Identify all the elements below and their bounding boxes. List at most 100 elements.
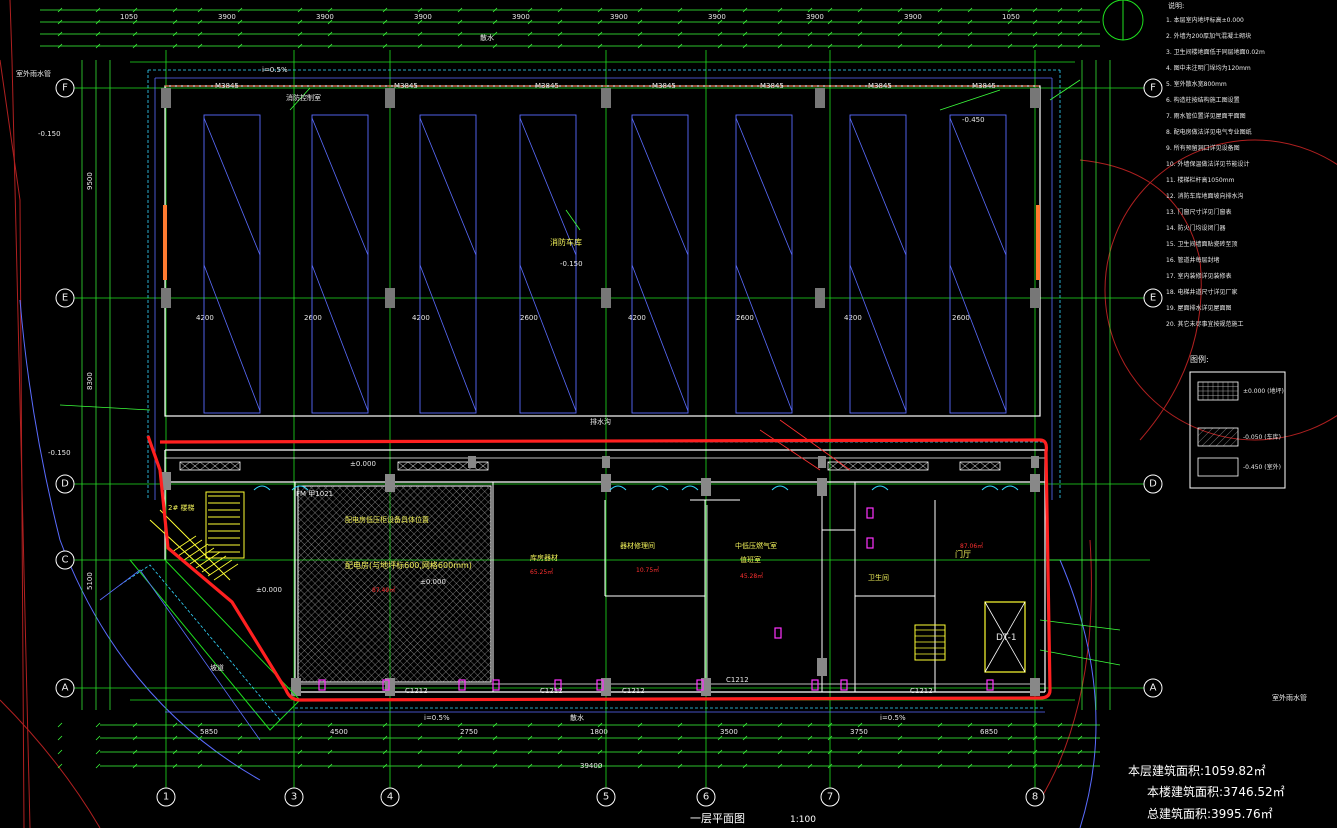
room-labels: 配电房低压柜设备具体位置 配电房(与地坪标600,网格600mm) 87.49㎡… [16,33,1307,770]
dimension-tick [57,735,63,741]
parking-bay [949,114,1007,414]
parking-bay-diagonal [203,117,261,256]
door-label-3: M3845 [652,82,676,90]
parking-bay [849,114,907,414]
parking-bay [203,114,261,414]
parking-bay [735,114,793,414]
leader-line [1049,79,1081,101]
fixture [492,679,500,691]
red-leader-line [779,419,851,471]
notes-panel: 说明: 图例: 1. 本层室内地坪标高±0.000 2. 外墙为200厚加气混凝土… [1166,1,1286,489]
area-hall: 87.06㎡ [960,542,983,550]
elevation-outdoor-2: -0.150 [48,449,71,457]
room-substation: 配电房(与地坪标600,网格600mm) [345,560,472,570]
structural-column [815,288,825,308]
legend-label: -0.050 (车库) [1243,433,1281,441]
axis-bubble-right-E-label: E [1150,293,1156,304]
axis-bubble-6-label: 6 [703,792,709,803]
leader-line [1039,649,1121,666]
parking-bay [419,114,477,414]
dimension-value-left: 8300 [86,372,94,390]
corridor-window [959,461,1001,471]
dimension-value-top: 3900 [806,13,824,21]
dimension-value-bay: 4200 [412,314,430,322]
elevator-label: DT-1 [996,633,1017,643]
drain-top: 散水 [480,33,494,42]
fire-alarm-label: 消防控制室 [286,93,321,102]
dimension-tick [95,763,101,769]
note-item: 7. 雨水管位置详见屋面平面图 [1166,112,1246,120]
elevation-outdoor-3: -0.450 [962,116,985,124]
leader-line [1039,619,1121,631]
door-label-1: M3845 [394,82,418,90]
parking-bay-diagonal [949,117,1007,256]
structural-column [1030,288,1040,308]
leader-line [939,89,1001,111]
parking-bay-diagonal [631,117,689,256]
drawing-scale: 1:100 [790,815,816,825]
stair-tread [213,563,239,581]
slope-bottom-2: i=0.5% [880,714,906,722]
structural-column [602,456,610,468]
outdoor-pipe: 室外雨水管 [1272,693,1307,702]
structural-column [161,288,171,308]
dimension-value-top: 3900 [512,13,530,21]
axis-bubble-8-label: 8 [1032,792,1038,803]
structural-column [1030,88,1040,108]
structural-column [291,678,301,696]
dimension-tick [57,722,63,728]
site-blue-curve [1059,559,1097,828]
stair-label: 2# 楼梯 [168,503,195,512]
axis-bubble-left-C-label: C [62,555,69,566]
floor-plan-drawing: 1050 3900 3900 3900 3900 3900 3900 3900 3900 1050… [0,0,1337,828]
ramp-blue [99,569,261,741]
dimension-value-top: 1050 [120,13,138,21]
dimension-value-left: 9500 [86,172,94,190]
legend-swatch [1197,457,1239,477]
title-block: 一层平面图 1:100 本层建筑面积:1059.82㎡ 本楼建筑面积:3746.… [690,763,1285,825]
substation-note: 配电房低压柜设备具体位置 [345,515,429,524]
elevation-substation: ±0.000 [420,578,446,586]
note-item: 2. 外墙为200厚加气混凝土砌块 [1166,32,1251,40]
dimension-value-bay: 2600 [520,314,538,322]
door-swing [871,485,889,491]
dimension-value-top: 3900 [708,13,726,21]
note-item: 16. 管道井每层封堵 [1166,256,1219,264]
note-item: 15. 卫生间墙面贴瓷砖至顶 [1166,240,1237,248]
dimension-tick [95,735,101,741]
notes-header: 说明: [1168,1,1184,10]
note-item: 18. 电梯井道尺寸详见厂家 [1166,288,1237,296]
door-swing [771,485,789,491]
axis-bubble-left-E-label: E [62,293,68,304]
legend-swatch [1197,427,1239,447]
door-swing [981,485,999,491]
building-area: 本楼建筑面积:3746.52㎡ [1147,784,1285,799]
door-label-6: M3845 [972,82,996,90]
room-parking: 消防车库 [550,237,582,247]
dimension-value-bottom: 3500 [720,728,738,736]
dimension-tick [57,749,63,755]
structural-column [1030,678,1040,696]
parking-bay-diagonal [849,117,907,256]
slope-bottom: i=0.5% [424,714,450,722]
note-item: 17. 室内装修详见装修表 [1166,272,1231,280]
structural-column [701,478,711,496]
axis-bubble-left-D-label: D [61,479,69,490]
garage-door-left [163,205,167,280]
note-item: 6. 构造柱按结构施工图设置 [1166,96,1240,104]
structural-column [161,88,171,108]
elevation-stair: ±0.000 [256,586,282,594]
ramp-label: 坡道 [210,663,224,672]
note-item: 8. 配电房做法详见电气专业图纸 [1166,128,1252,136]
window-c1212-b: C1212 [622,687,645,695]
fire-door-label: FM 甲1021 [296,490,333,498]
dimension-value-top: 3900 [610,13,628,21]
legend-label: ±0.000 (地坪) [1243,387,1284,395]
structural-column [818,456,826,468]
dimension-value-top: 3900 [904,13,922,21]
axis-bubble-left-A-label: A [62,683,69,694]
room-hall: 门厅 [955,549,971,559]
note-item: 4. 图中未注明门垛均为120mm [1166,64,1251,72]
door-swing [651,485,669,491]
legend-label: -0.450 (室外) [1243,463,1281,471]
